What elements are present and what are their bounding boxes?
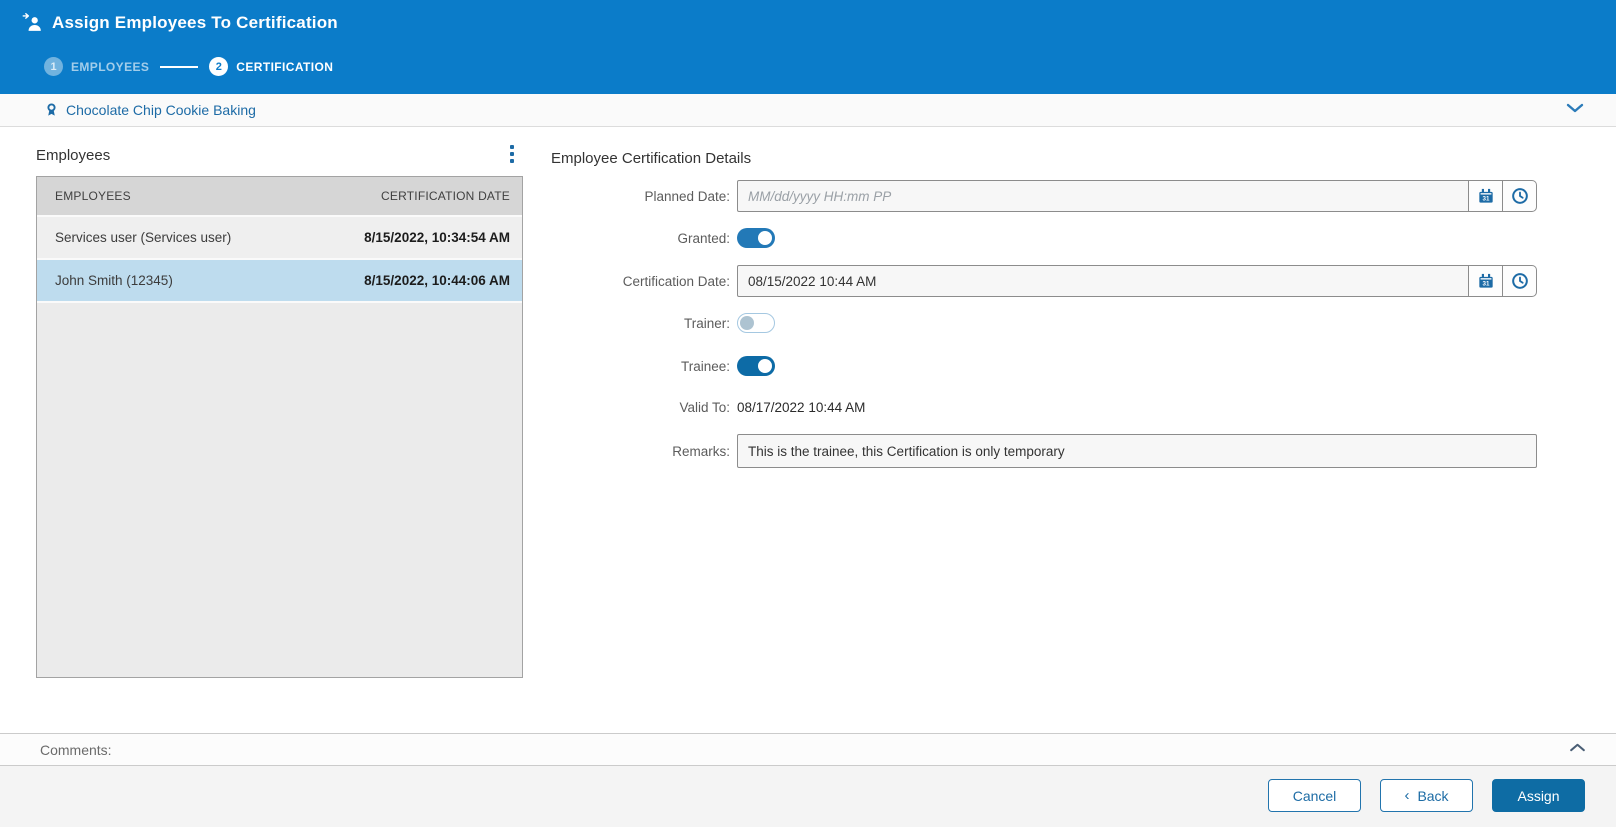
step-connector-line: [160, 65, 199, 68]
step-employees[interactable]: 1 EMPLOYEES: [44, 57, 149, 76]
certification-bar: Chocolate Chip Cookie Baking: [0, 94, 1616, 127]
certification-date-row: Certification Date: 31: [551, 265, 1537, 297]
employees-panel-title: Employees: [36, 147, 111, 164]
cancel-button[interactable]: Cancel: [1268, 779, 1361, 812]
svg-text:31: 31: [1482, 281, 1489, 288]
calendar-icon[interactable]: 31: [1469, 265, 1503, 297]
valid-to-value: 08/17/2022 10:44 AM: [737, 400, 866, 415]
column-header-employees[interactable]: EMPLOYEES: [37, 189, 322, 203]
dialog-footer: Cancel ‹ Back Assign: [0, 766, 1616, 827]
certification-date-value: 8/15/2022, 10:34:54 AM: [364, 230, 510, 245]
details-panel-title: Employee Certification Details: [551, 150, 752, 167]
remarks-row: Remarks:: [551, 434, 1537, 468]
trainer-toggle[interactable]: [737, 313, 775, 333]
planned-date-label: Planned Date:: [644, 188, 730, 204]
trainee-toggle[interactable]: [737, 356, 775, 376]
step-certification[interactable]: 2 CERTIFICATION: [209, 57, 333, 76]
svg-text:31: 31: [1482, 196, 1489, 203]
clock-icon[interactable]: [1503, 180, 1537, 212]
comments-label: Comments:: [40, 741, 112, 758]
assign-employees-dialog: Assign Employees To Certification 1 EMPL…: [0, 0, 1616, 827]
valid-to-label: Valid To:: [679, 400, 730, 415]
granted-toggle[interactable]: [737, 228, 775, 248]
certification-name[interactable]: Chocolate Chip Cookie Baking: [66, 102, 256, 118]
chevron-up-icon[interactable]: [1569, 742, 1586, 752]
chevron-down-icon[interactable]: [1566, 103, 1584, 114]
comments-bar[interactable]: Comments:: [0, 733, 1616, 766]
chevron-left-icon: ‹: [1404, 787, 1410, 804]
employees-table: EMPLOYEES CERTIFICATION DATE Services us…: [36, 176, 523, 678]
employees-table-header: EMPLOYEES CERTIFICATION DATE: [37, 177, 522, 217]
assign-user-icon: [22, 12, 43, 33]
valid-to-row: Valid To: 08/17/2022 10:44 AM: [551, 400, 1537, 415]
trainee-row: Trainee:: [551, 356, 1537, 376]
remarks-label: Remarks:: [672, 443, 730, 459]
calendar-icon[interactable]: 31: [1469, 180, 1503, 212]
remarks-input[interactable]: [737, 434, 1537, 468]
trainee-label: Trainee:: [680, 358, 730, 374]
certification-date-value: 8/15/2022, 10:44:06 AM: [364, 273, 510, 288]
certification-date-input[interactable]: [737, 265, 1469, 297]
granted-label: Granted:: [677, 230, 730, 246]
assign-button[interactable]: Assign: [1492, 779, 1585, 812]
trainer-label: Trainer:: [683, 315, 730, 331]
certification-ribbon-icon: [44, 102, 59, 118]
planned-date-row: Planned Date: 31: [551, 180, 1537, 212]
employee-name: Services user (Services user): [55, 230, 232, 245]
back-button[interactable]: ‹ Back: [1380, 779, 1473, 812]
wizard-steps: 1 EMPLOYEES 2 CERTIFICATION: [44, 57, 333, 76]
granted-row: Granted:: [551, 228, 1537, 248]
certification-date-label: Certification Date:: [622, 273, 730, 289]
employee-name: John Smith (12345): [55, 273, 173, 288]
step-1-circle: 1: [44, 57, 63, 76]
trainer-row: Trainer:: [551, 313, 1537, 333]
kebab-menu-icon[interactable]: [505, 145, 519, 165]
step-2-circle: 2: [209, 57, 229, 76]
column-header-certification-date[interactable]: CERTIFICATION DATE: [322, 189, 522, 203]
clock-icon[interactable]: [1503, 265, 1537, 297]
dialog-header: Assign Employees To Certification 1 EMPL…: [0, 0, 1616, 94]
table-row[interactable]: Services user (Services user) 8/15/2022,…: [37, 217, 522, 260]
planned-date-input[interactable]: [737, 180, 1469, 212]
table-row[interactable]: John Smith (12345) 8/15/2022, 10:44:06 A…: [37, 260, 522, 303]
page-title: Assign Employees To Certification: [52, 12, 338, 32]
